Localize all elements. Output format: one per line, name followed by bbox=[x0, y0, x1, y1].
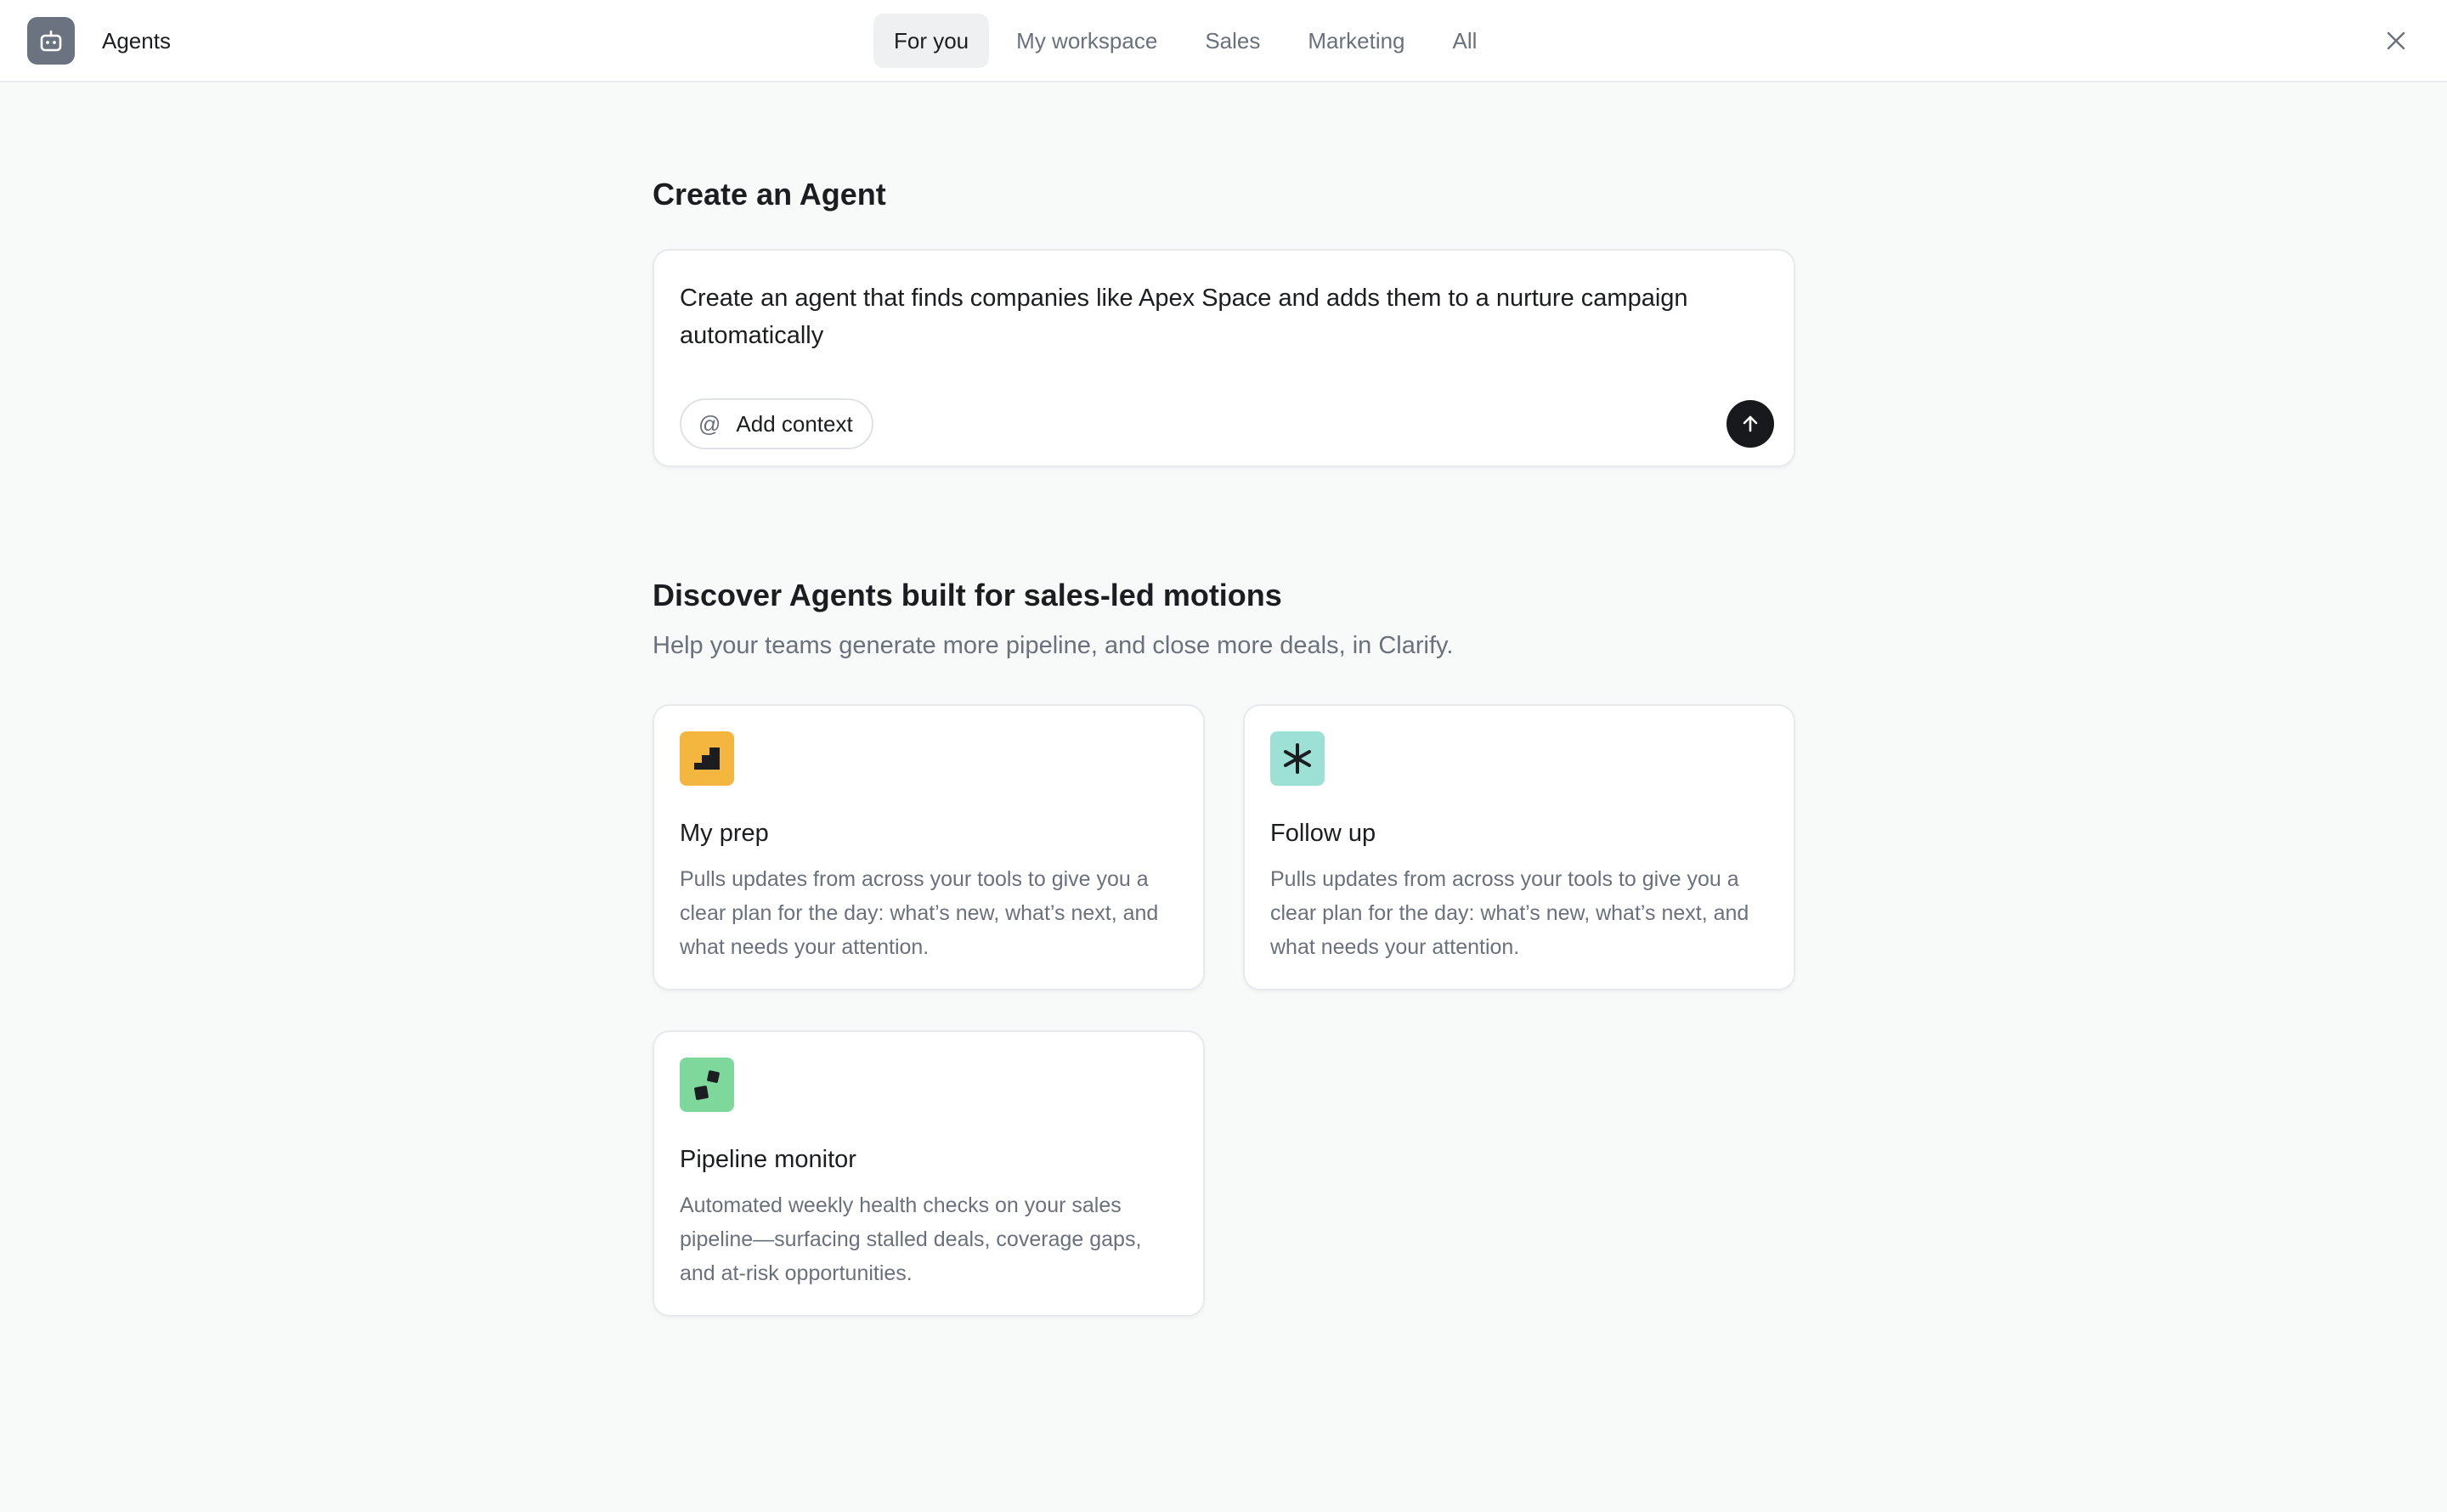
add-context-button[interactable]: @ Add context bbox=[680, 398, 873, 449]
agent-prompt-composer[interactable]: Create an agent that finds companies lik… bbox=[653, 249, 1795, 467]
tab-bar: For you My workspace Sales Marketing All bbox=[873, 14, 1497, 68]
tab-marketing[interactable]: Marketing bbox=[1287, 14, 1425, 68]
stairs-icon bbox=[680, 731, 734, 786]
tab-my-workspace[interactable]: My workspace bbox=[996, 14, 1178, 68]
discover-heading: Discover Agents built for sales-led moti… bbox=[653, 578, 1282, 612]
card-title: Follow up bbox=[1270, 820, 1376, 847]
discover-subtitle: Help your teams generate more pipeline, … bbox=[653, 632, 1454, 659]
create-agent-heading: Create an Agent bbox=[653, 177, 886, 212]
robot-icon bbox=[27, 17, 75, 65]
at-sign-icon: @ bbox=[698, 410, 721, 437]
add-context-label: Add context bbox=[736, 410, 853, 437]
card-title: My prep bbox=[680, 820, 769, 847]
card-description: Pulls updates from across your tools to … bbox=[1270, 867, 1749, 959]
tab-sales[interactable]: Sales bbox=[1184, 14, 1280, 68]
card-description: Automated weekly health checks on your s… bbox=[680, 1193, 1142, 1285]
card-description: Pulls updates from across your tools to … bbox=[680, 867, 1159, 959]
tab-all[interactable]: All bbox=[1433, 14, 1498, 68]
agent-prompt-input[interactable]: Create an agent that finds companies lik… bbox=[680, 279, 1750, 354]
asterisk-icon bbox=[1270, 731, 1325, 786]
app-title: Agents bbox=[102, 28, 171, 54]
card-title: Pipeline monitor bbox=[680, 1146, 856, 1173]
agent-card-pipeline-monitor[interactable]: Pipeline monitor Automated weekly health… bbox=[653, 1030, 1205, 1317]
close-icon bbox=[2387, 31, 2405, 50]
tab-for-you[interactable]: For you bbox=[873, 14, 990, 68]
agent-card-follow-up[interactable]: Follow up Pulls updates from across your… bbox=[1243, 704, 1795, 990]
top-bar: Agents For you My workspace Sales Market… bbox=[0, 0, 2447, 82]
arrow-up-icon bbox=[1743, 415, 1758, 432]
send-button[interactable] bbox=[1726, 400, 1774, 448]
squares-icon bbox=[680, 1058, 734, 1112]
close-button[interactable] bbox=[2379, 24, 2413, 58]
agent-card-my-prep[interactable]: My prep Pulls updates from across your t… bbox=[653, 704, 1205, 990]
